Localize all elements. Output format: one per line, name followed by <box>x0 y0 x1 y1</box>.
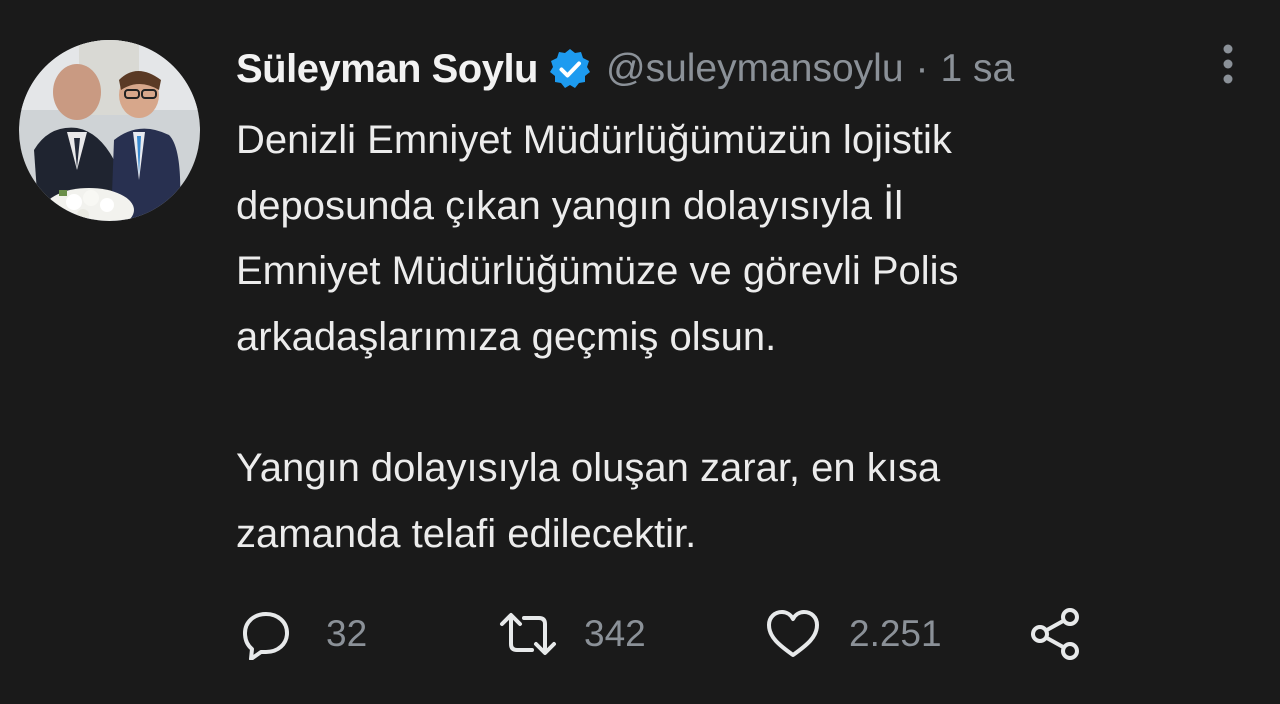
author-handle[interactable]: @suleymansoylu <box>606 47 904 91</box>
like-button[interactable]: 2.251 <box>765 604 942 664</box>
tweet-header: Süleyman Soylu @suleymansoylu · 1 sa <box>236 44 1014 94</box>
share-button[interactable] <box>1028 604 1084 664</box>
retweet-count: 342 <box>584 613 646 654</box>
verified-badge-icon <box>548 47 592 91</box>
reply-count: 32 <box>326 613 368 654</box>
share-icon <box>1031 608 1079 660</box>
author-display-name[interactable]: Süleyman Soylu <box>236 47 538 92</box>
retweet-button[interactable]: 342 <box>498 604 646 664</box>
retweet-icon <box>500 613 556 655</box>
tweet-actions: 32 342 2.251 <box>240 604 1140 664</box>
heart-icon <box>767 610 819 657</box>
tweet[interactable]: Süleyman Soylu @suleymansoylu · 1 sa Den… <box>0 0 1280 704</box>
like-count: 2.251 <box>849 613 942 654</box>
avatar[interactable] <box>19 40 200 221</box>
reply-button[interactable]: 32 <box>240 604 367 664</box>
tweet-text: Denizli Emniyet Müdürlüğümüzün lojistik … <box>236 118 959 556</box>
tweet-timestamp[interactable]: 1 sa <box>941 47 1015 91</box>
avatar-image <box>19 40 200 221</box>
reply-icon <box>243 612 289 660</box>
more-vertical-icon[interactable] <box>1213 42 1243 90</box>
separator-dot: · <box>915 47 929 90</box>
